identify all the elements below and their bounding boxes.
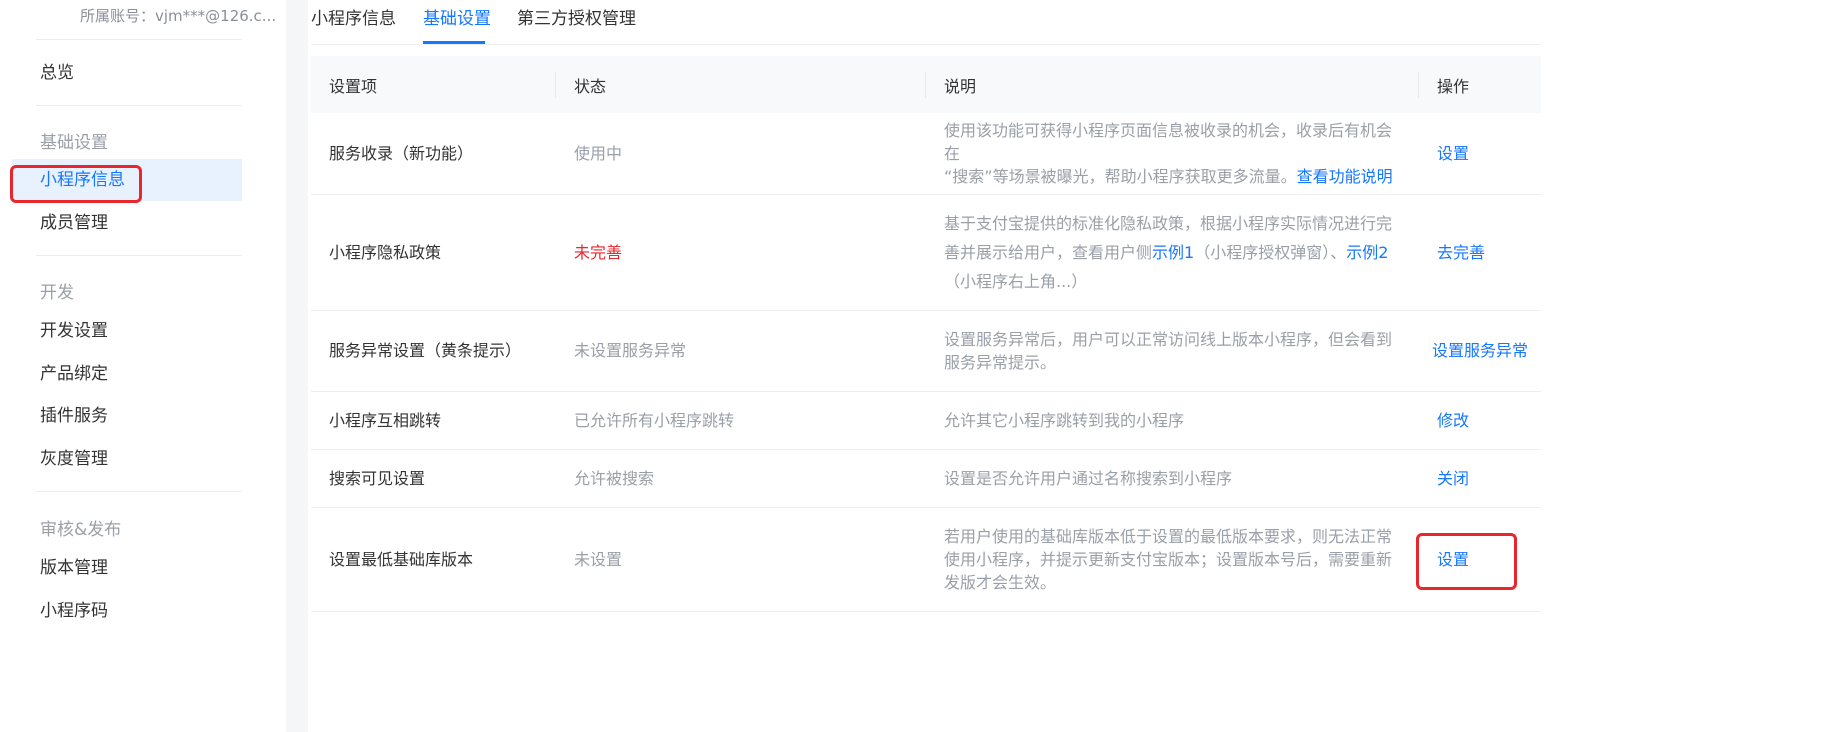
row-status: 允许被搜索 [556, 449, 926, 508]
row-description-text: 基于支付宝提供的标准化隐私政策，根据小程序实际情况进行完善并展示给用户，查看用户… [944, 213, 1393, 291]
row-status: 使用中 [556, 113, 926, 195]
table-row: 小程序隐私政策 未完善 基于支付宝提供的标准化隐私政策，根据小程序实际情况进行完… [311, 194, 1541, 311]
row-item-name: 小程序隐私政策 [311, 194, 556, 311]
sidebar-group-basic: 基础设置 [40, 133, 108, 153]
sidebar-item-overview[interactable]: 总览 [12, 52, 242, 94]
row-description: 设置是否允许用户通过名称搜索到小程序 [926, 449, 1419, 508]
row-action-close-button[interactable]: 关闭 [1419, 449, 1541, 508]
row-item-name: 服务异常设置（黄条提示） [311, 310, 556, 392]
sidebar-group-dev: 开发 [40, 283, 74, 303]
row-item-name: 服务收录（新功能） [311, 113, 556, 195]
account-label: 所属账号：vjm***@126.c... [80, 7, 277, 25]
row-description-line: 使用该功能可获得小程序页面信息被收录的机会，收录后有机会在 [944, 120, 1393, 163]
table-row: 设置最低基础库版本 未设置 若用户使用的基础库版本低于设置的最低版本要求，则无法… [311, 507, 1541, 612]
sidebar-group-review: 审核&发布 [40, 520, 122, 540]
sidebar-item-product-binding[interactable]: 产品绑定 [12, 353, 242, 395]
row-status: 未设置服务异常 [556, 310, 926, 392]
row-item-name: 搜索可见设置 [311, 449, 556, 508]
row-description: 使用该功能可获得小程序页面信息被收录的机会，收录后有机会在 “搜索”等场景被曝光… [926, 113, 1419, 195]
row-status: 已允许所有小程序跳转 [556, 391, 926, 450]
row-status-warning: 未完善 [556, 194, 926, 311]
row-description: 若用户使用的基础库版本低于设置的最低版本要求，则无法正常使用小程序，并提示更新支… [926, 507, 1419, 612]
row-item-name: 小程序互相跳转 [311, 391, 556, 450]
row-description: 基于支付宝提供的标准化隐私政策，根据小程序实际情况进行完善并展示给用户，查看用户… [926, 194, 1419, 311]
row-action-set-button[interactable]: 设置 [1419, 113, 1541, 195]
tab-miniapp-info[interactable]: 小程序信息 [311, 4, 396, 29]
sidebar-divider [36, 491, 242, 492]
content-gutter [286, 0, 308, 732]
sidebar-divider [36, 39, 242, 40]
table-row: 服务收录（新功能） 使用中 使用该功能可获得小程序页面信息被收录的机会，收录后有… [311, 113, 1541, 195]
header-setting-item: 设置项 [311, 56, 556, 113]
row-description: 允许其它小程序跳转到我的小程序 [926, 391, 1419, 450]
table-row: 小程序互相跳转 已允许所有小程序跳转 允许其它小程序跳转到我的小程序 修改 [311, 391, 1541, 450]
sidebar-item-gray-release[interactable]: 灰度管理 [12, 438, 242, 480]
tab-bar: 小程序信息 基础设置 第三方授权管理 [311, 0, 1541, 45]
header-status: 状态 [556, 56, 926, 113]
active-tab-indicator [423, 41, 485, 44]
example-2-link[interactable]: 示例2 [1346, 243, 1388, 262]
tab-basic-settings[interactable]: 基础设置 [423, 4, 491, 29]
sidebar-divider [36, 105, 242, 106]
sidebar-divider [36, 255, 242, 256]
row-item-name: 设置最低基础库版本 [311, 507, 556, 612]
sidebar-item-dev-settings[interactable]: 开发设置 [12, 310, 242, 352]
row-description-line: “搜索”等场景被曝光，帮助小程序获取更多流量。 [944, 166, 1297, 186]
view-feature-link[interactable]: 查看功能说明 [1297, 167, 1393, 186]
sidebar-item-plugin-service[interactable]: 插件服务 [12, 395, 242, 437]
header-description: 说明 [926, 56, 1419, 113]
sidebar-item-versions[interactable]: 版本管理 [12, 547, 242, 589]
settings-table: 设置项 状态 说明 操作 服务收录（新功能） 使用中 使用该功能可获得小程序页面… [311, 56, 1541, 612]
sidebar-item-miniapp-info[interactable]: 小程序信息 [12, 159, 242, 201]
main-content: 小程序信息 基础设置 第三方授权管理 设置项 状态 说明 操作 服务收录（新功能… [308, 0, 1833, 732]
header-action: 操作 [1419, 56, 1541, 113]
sidebar-item-qrcode[interactable]: 小程序码 [12, 590, 242, 632]
row-action-modify-button[interactable]: 修改 [1419, 391, 1541, 450]
sidebar-item-members[interactable]: 成员管理 [12, 202, 242, 244]
sidebar: …… …… 所属账号：vjm***@126.c... 总览 基础设置 小程序信息… [0, 0, 286, 732]
row-status: 未设置 [556, 507, 926, 612]
table-row: 服务异常设置（黄条提示） 未设置服务异常 设置服务异常后，用户可以正常访问线上版… [311, 310, 1541, 392]
row-action-set-exception-button[interactable]: 设置服务异常 [1419, 310, 1541, 392]
table-header-row: 设置项 状态 说明 操作 [311, 56, 1541, 113]
row-description: 设置服务异常后，用户可以正常访问线上版本小程序，但会看到服务异常提示。 [926, 310, 1419, 392]
row-action-set-min-version-button[interactable]: 设置 [1419, 507, 1541, 612]
example-1-link[interactable]: 示例1 [1152, 243, 1194, 262]
tab-third-party-auth[interactable]: 第三方授权管理 [517, 4, 636, 29]
table-row: 搜索可见设置 允许被搜索 设置是否允许用户通过名称搜索到小程序 关闭 [311, 449, 1541, 508]
row-action-complete-button[interactable]: 去完善 [1419, 194, 1541, 311]
